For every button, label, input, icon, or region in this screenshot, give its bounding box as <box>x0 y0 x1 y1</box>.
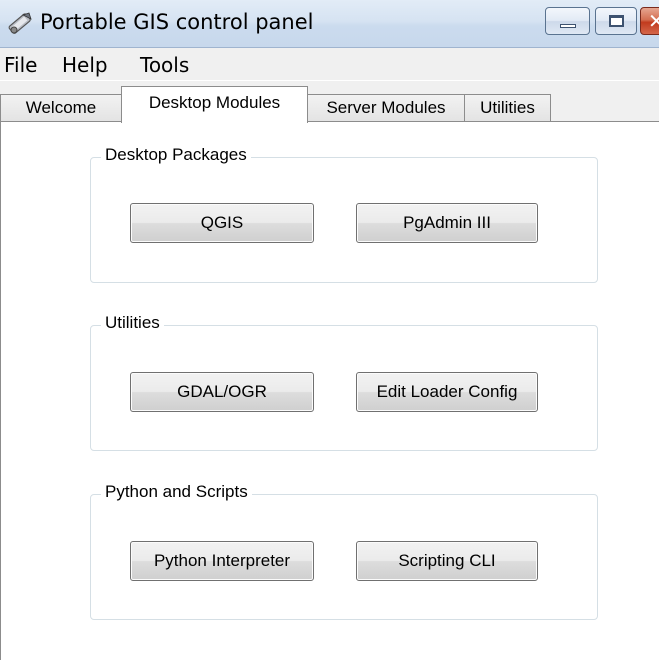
python-interpreter-button[interactable]: Python Interpreter <box>130 541 314 581</box>
edit-loader-config-button[interactable]: Edit Loader Config <box>356 372 538 412</box>
group-utilities: Utilities GDAL/OGR Edit Loader Config <box>90 313 598 451</box>
panel-border <box>0 121 1 660</box>
tab-desktop-modules[interactable]: Desktop Modules <box>121 86 308 123</box>
menu-tools[interactable]: Tools <box>140 53 189 77</box>
maximize-icon <box>609 15 624 27</box>
close-icon: ✕ <box>648 9 659 33</box>
group-desktop-packages: Desktop Packages QGIS PgAdmin III <box>90 145 598 283</box>
group-title: Python and Scripts <box>101 482 252 502</box>
group-title: Utilities <box>101 313 164 333</box>
close-button[interactable]: ✕ <box>640 7 659 35</box>
window-title: Portable GIS control panel <box>40 10 314 34</box>
tab-utilities[interactable]: Utilities <box>464 94 551 122</box>
scripting-cli-button[interactable]: Scripting CLI <box>356 541 538 581</box>
minimize-button[interactable] <box>545 7 590 35</box>
menu-file[interactable]: File <box>4 53 37 77</box>
group-title: Desktop Packages <box>101 145 251 165</box>
tab-server-modules[interactable]: Server Modules <box>307 94 465 122</box>
minimize-icon <box>560 24 576 28</box>
tab-divider <box>0 121 659 122</box>
title-bar[interactable]: Portable GIS control panel ✕ <box>0 0 659 48</box>
group-python-scripts: Python and Scripts Python Interpreter Sc… <box>90 482 598 620</box>
menu-help[interactable]: Help <box>62 53 108 77</box>
gdal-ogr-button[interactable]: GDAL/OGR <box>130 372 314 412</box>
gis-tools-icon <box>8 12 32 34</box>
pgadmin-button[interactable]: PgAdmin III <box>356 203 538 243</box>
menu-bar: File Help Tools <box>0 48 659 80</box>
tab-welcome[interactable]: Welcome <box>0 94 122 122</box>
qgis-button[interactable]: QGIS <box>130 203 314 243</box>
maximize-button[interactable] <box>595 7 637 35</box>
